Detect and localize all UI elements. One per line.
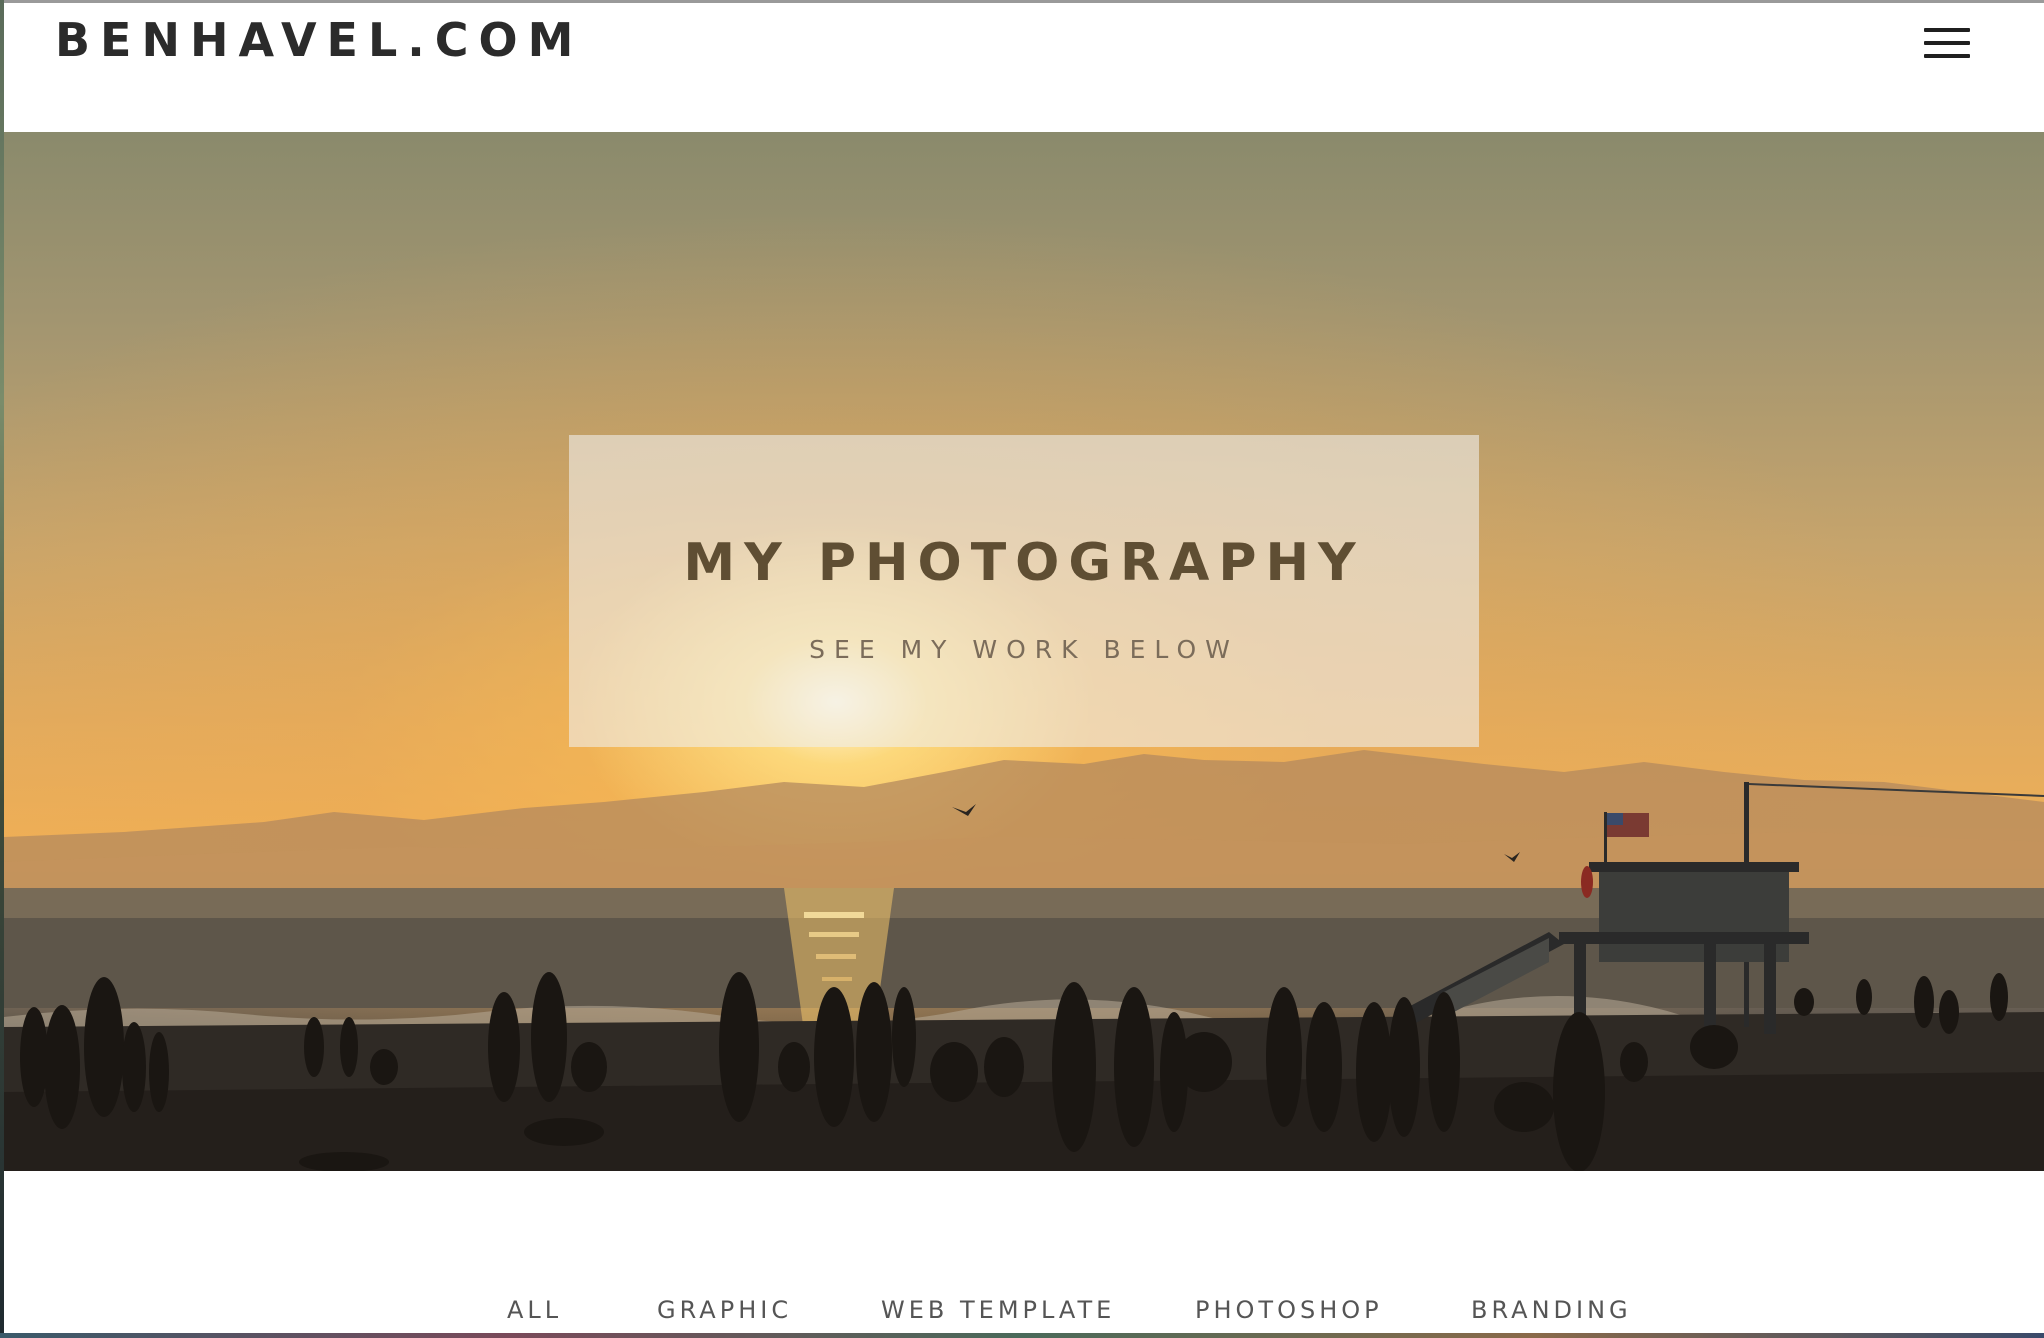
filter-all[interactable]: ALL <box>507 1296 562 1324</box>
site-brand-link[interactable]: BENHAVEL.COM <box>55 13 583 67</box>
filter-web-template[interactable]: WEB TEMPLATE <box>881 1296 1115 1324</box>
site-header: BENHAVEL.COM <box>4 3 2044 132</box>
browser-page: BENHAVEL.COM MY PHOTOGRAPHY SEE MY WORK … <box>4 3 2044 1333</box>
hero-subtitle: SEE MY WORK BELOW <box>809 635 1239 664</box>
hamburger-menu-button[interactable] <box>1922 25 1974 65</box>
hero-banner: MY PHOTOGRAPHY SEE MY WORK BELOW <box>4 132 2044 1171</box>
hamburger-icon <box>1924 28 1970 32</box>
filter-branding[interactable]: BRANDING <box>1471 1296 1632 1324</box>
portfolio-filter-nav: ALL GRAPHIC WEB TEMPLATE PHOTOSHOP BRAND… <box>4 1171 2044 1333</box>
hero-overlay-card: MY PHOTOGRAPHY SEE MY WORK BELOW <box>569 435 1479 747</box>
hero-title: MY PHOTOGRAPHY <box>683 533 1365 593</box>
next-section-preview <box>0 1333 2044 1338</box>
filter-photoshop[interactable]: PHOTOSHOP <box>1195 1296 1383 1324</box>
filter-graphic[interactable]: GRAPHIC <box>657 1296 792 1324</box>
